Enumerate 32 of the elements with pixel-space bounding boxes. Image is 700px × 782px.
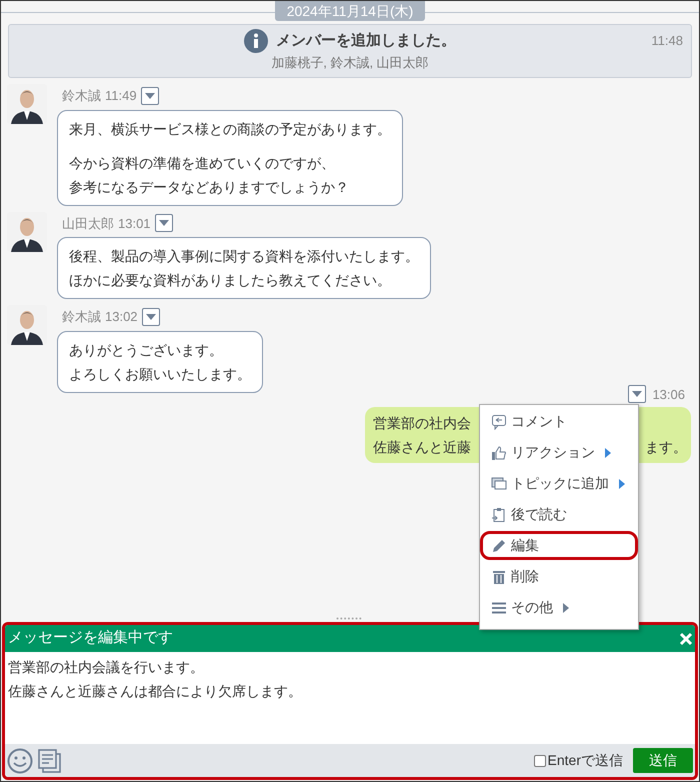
message-text: ほかに必要な資料がありましたら教えてください。 (69, 271, 392, 290)
menu-item[interactable]: その他 (480, 593, 638, 622)
message-time: 13:02 (105, 308, 138, 326)
sender-name: 鈴木誠 (62, 308, 101, 326)
message-field[interactable]: 営業部の社内会議を行います。 佐藤さんと近藤さんは都合により欠席します。 (5, 652, 695, 744)
notice-title: メンバーを追加しました。 (276, 31, 456, 51)
message-time: 11:49 (105, 87, 137, 105)
sender-name: 鈴木誠 (62, 87, 101, 105)
message-text: 今から資料の準備を進めていくのですが、 (69, 154, 336, 172)
notice-time: 11:48 (651, 32, 683, 50)
menu-item[interactable]: コメント (480, 407, 638, 436)
message-text: 後程、製品の導入事例に関する資料を添付いたします。 (69, 247, 419, 266)
menu-item[interactable]: 編集 (480, 531, 638, 560)
editor-title: メッセージを編集中です (8, 628, 173, 648)
enter-to-send-label: Enterで送信 (548, 751, 623, 770)
menu-item[interactable]: 後で読む (480, 500, 638, 529)
menu-item[interactable]: 削除 (480, 562, 638, 591)
message-text: 参考になるデータなどありますでしょうか？ (69, 178, 350, 196)
sender-name: 山田太郎 (62, 214, 114, 232)
menu-item[interactable]: トピックに追加 (480, 469, 638, 498)
message-time: 13:01 (118, 214, 151, 232)
message-text: よろしくお願いいたします。 (69, 364, 251, 384)
send-button[interactable]: 送信 (633, 748, 693, 773)
message-time: 13:06 (652, 386, 685, 404)
date-label: 2024年11月14日(木) (274, 1, 426, 21)
message-text: 営業部の社内会 (373, 414, 471, 433)
message-text: ます。 (645, 438, 687, 457)
notice-members: 加藤桃子, 鈴木誠, 山田太郎 (271, 54, 429, 72)
menu-item[interactable]: リアクション (480, 438, 638, 467)
message-text: 佐藤さんと近藤 (373, 438, 471, 457)
message-text: ありがとうございます。 (69, 340, 224, 360)
message-text: 来月、横浜サービス様との商談の予定があります。 (69, 120, 391, 138)
